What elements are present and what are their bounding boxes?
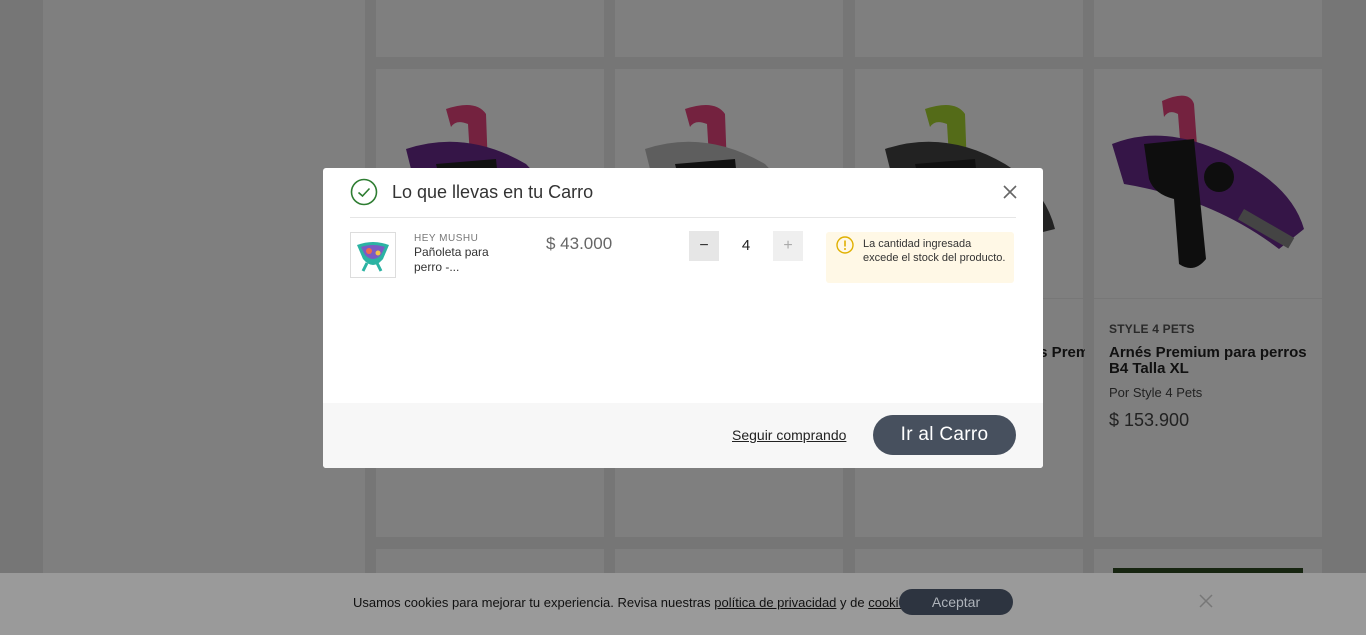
privacy-policy-link[interactable]: política de privacidad [714, 595, 836, 610]
cart-item-brand: HEY MUSHU [414, 233, 479, 244]
warning-message: La cantidad ingresada excede el stock de… [863, 238, 1006, 264]
warning-icon [836, 236, 854, 254]
quantity-input[interactable]: 4 [723, 231, 769, 261]
bandana-image [357, 242, 389, 272]
quantity-increase-button[interactable]: + [773, 231, 803, 261]
stock-warning: La cantidad ingresada excede el stock de… [826, 232, 1014, 283]
cookie-text: Usamos cookies para mejorar tu experienc… [353, 595, 715, 610]
cookie-text: y de [836, 595, 869, 610]
quantity-decrease-button[interactable]: − [689, 231, 719, 261]
close-icon[interactable] [1197, 592, 1215, 610]
modal-title: Lo que llevas en tu Carro [392, 182, 594, 202]
close-icon[interactable] [1002, 184, 1018, 200]
cookie-message: Usamos cookies para mejorar tu experienc… [353, 595, 916, 610]
continue-shopping-link[interactable]: Seguir comprando [732, 427, 846, 443]
go-to-cart-button[interactable]: Ir al Carro [873, 415, 1016, 455]
cart-item-price: $ 43.000 [546, 234, 613, 253]
cart-item-thumbnail[interactable] [350, 232, 396, 278]
modal-header: Lo que llevas en tu Carro [350, 168, 1018, 218]
cart-modal: Lo que llevas en tu Carro HEY MUSHU Paño… [323, 168, 1043, 468]
check-circle-icon [350, 178, 378, 206]
cart-item-name[interactable]: Pañoleta para perro -... [414, 245, 504, 275]
modal-footer: Seguir comprando Ir al Carro [323, 403, 1043, 468]
accept-cookies-button[interactable]: Aceptar [899, 589, 1013, 615]
cookie-banner: Usamos cookies para mejorar tu experienc… [0, 573, 1366, 635]
